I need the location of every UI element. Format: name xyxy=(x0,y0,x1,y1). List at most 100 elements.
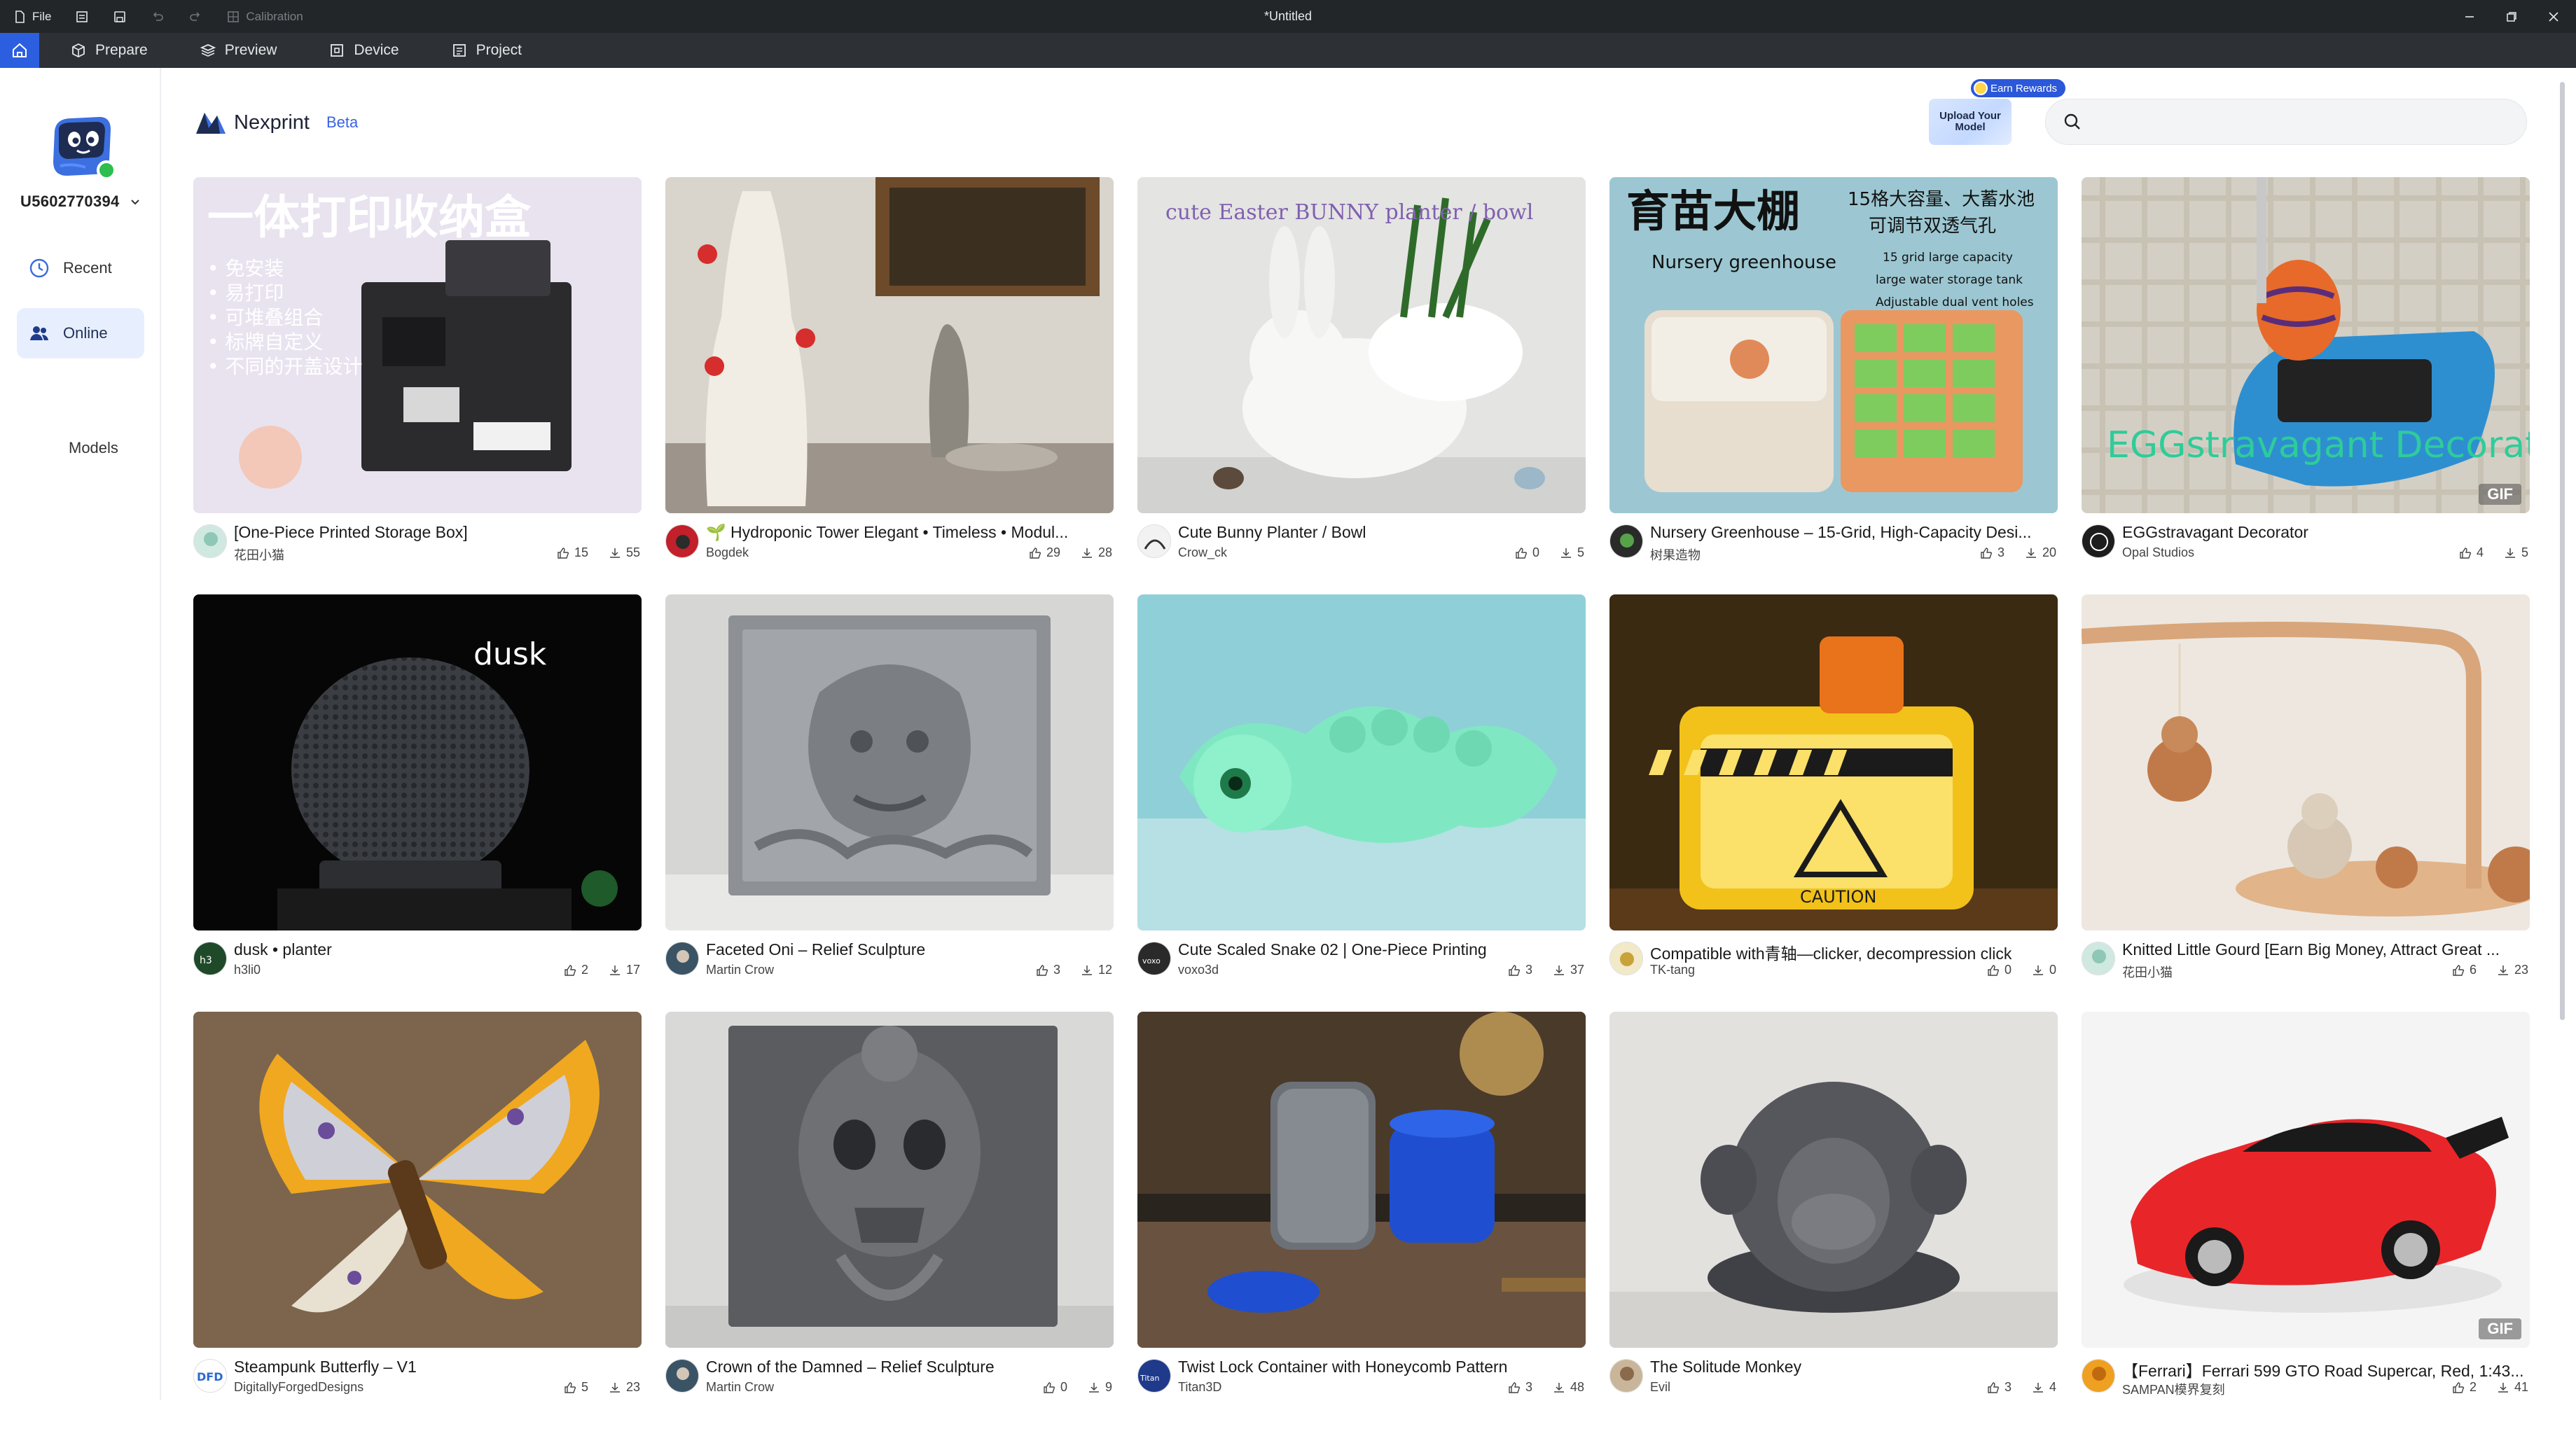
model-title[interactable]: Cute Scaled Snake 02 | One-Piece Printin… xyxy=(1178,940,1583,959)
model-title[interactable]: EGGstravagant Decorator xyxy=(2122,523,2527,542)
minimize-icon[interactable] xyxy=(2463,10,2477,24)
model-card[interactable]: Faceted Oni – Relief Sculpture Martin Cr… xyxy=(665,594,1114,1012)
model-author[interactable]: Opal Studios xyxy=(2122,545,2194,560)
tab-project[interactable]: Project xyxy=(420,33,522,68)
download-icon[interactable] xyxy=(1559,546,1573,560)
model-card[interactable]: Knitted Little Gourd [Earn Big Money, At… xyxy=(2082,594,2530,1012)
model-thumbnail[interactable] xyxy=(665,594,1114,930)
calibration-button[interactable]: Calibration xyxy=(226,10,303,24)
model-thumbnail[interactable] xyxy=(1137,594,1586,930)
model-title[interactable]: 🌱 Hydroponic Tower Elegant • Timeless • … xyxy=(706,523,1111,542)
like-icon[interactable] xyxy=(2458,546,2472,560)
model-author[interactable]: Evil xyxy=(1650,1380,1670,1395)
download-icon[interactable] xyxy=(1080,963,1094,977)
creator-avatar[interactable]: Titan xyxy=(1137,1359,1171,1393)
model-title[interactable]: Faceted Oni – Relief Sculpture xyxy=(706,940,1111,959)
sidebar-item-online[interactable]: Online xyxy=(17,308,144,358)
model-card[interactable]: 育苗大棚 15格大容量、大蓄水池 可调节双透气孔 Nursery greenho… xyxy=(1609,177,2058,594)
model-card[interactable]: EGGstravagant Decorator GIF EGGstravagan… xyxy=(2082,177,2530,594)
model-thumbnail[interactable]: dusk xyxy=(193,594,642,930)
model-thumbnail[interactable]: 育苗大棚 15格大容量、大蓄水池 可调节双透气孔 Nursery greenho… xyxy=(1609,177,2058,513)
model-title[interactable]: 【Ferrari】Ferrari 599 GTO Road Supercar, … xyxy=(2122,1358,2527,1381)
restore-icon[interactable] xyxy=(2505,10,2519,24)
model-card[interactable]: DFD Steampunk Butterfly – V1 DigitallyFo… xyxy=(193,1012,642,1429)
like-icon[interactable] xyxy=(2451,963,2465,977)
model-card[interactable]: The Solitude Monkey Evil 3 4 xyxy=(1609,1012,2058,1429)
tab-device[interactable]: Device xyxy=(298,33,399,68)
model-card[interactable]: dusk h3 dusk • planter h3li0 2 17 xyxy=(193,594,642,1012)
model-thumbnail[interactable] xyxy=(1609,1012,2058,1348)
model-title[interactable]: dusk • planter xyxy=(234,940,639,959)
like-icon[interactable] xyxy=(563,963,577,977)
like-icon[interactable] xyxy=(1507,1381,1521,1395)
model-title[interactable]: [One-Piece Printed Storage Box] xyxy=(234,523,639,542)
model-card[interactable]: GIF 【Ferrari】Ferrari 599 GTO Road Superc… xyxy=(2082,1012,2530,1429)
download-icon[interactable] xyxy=(1552,1381,1566,1395)
username-dropdown[interactable]: U5602770394 xyxy=(0,193,161,211)
model-author[interactable]: TK-tang xyxy=(1650,963,1695,977)
like-icon[interactable] xyxy=(1979,546,1993,560)
download-icon[interactable] xyxy=(2496,1381,2510,1395)
download-icon[interactable] xyxy=(608,963,622,977)
model-title[interactable]: Crown of the Damned – Relief Sculpture xyxy=(706,1358,1111,1376)
creator-avatar[interactable] xyxy=(1137,524,1171,558)
earn-rewards-badge[interactable]: Earn Rewards xyxy=(1971,79,2066,97)
model-card[interactable]: 一体打印收纳盒 • 免安装 • 易打印 • 可堆叠组合 • 标牌自定义 • 不同… xyxy=(193,177,642,594)
model-author[interactable]: Titan3D xyxy=(1178,1380,1221,1395)
model-author[interactable]: Martin Crow xyxy=(706,963,774,977)
like-icon[interactable] xyxy=(2451,1381,2465,1395)
model-thumbnail[interactable]: GIF xyxy=(2082,1012,2530,1348)
model-card[interactable]: voxo Cute Scaled Snake 02 | One-Piece Pr… xyxy=(1137,594,1586,1012)
model-card[interactable]: cute Easter BUNNY planter / bowl Cute Bu… xyxy=(1137,177,1586,594)
creator-avatar[interactable] xyxy=(2082,524,2115,558)
model-title[interactable]: Compatible with青轴—clicker, decompression… xyxy=(1650,940,2055,964)
like-icon[interactable] xyxy=(1035,963,1049,977)
model-author[interactable]: 花田小猫 xyxy=(2122,963,2173,981)
model-author[interactable]: Martin Crow xyxy=(706,1380,774,1395)
user-avatar[interactable] xyxy=(45,110,118,183)
download-icon[interactable] xyxy=(2031,963,2045,977)
download-icon[interactable] xyxy=(608,1381,622,1395)
like-icon[interactable] xyxy=(1028,546,1042,560)
like-icon[interactable] xyxy=(1514,546,1528,560)
download-icon[interactable] xyxy=(2024,546,2038,560)
creator-avatar[interactable]: h3 xyxy=(193,942,227,975)
model-thumbnail[interactable] xyxy=(1137,1012,1586,1348)
model-title[interactable]: The Solitude Monkey xyxy=(1650,1358,2055,1376)
download-icon[interactable] xyxy=(2496,963,2510,977)
creator-avatar[interactable] xyxy=(665,1359,699,1393)
creator-avatar[interactable] xyxy=(2082,1359,2115,1393)
model-card[interactable]: 🌱 Hydroponic Tower Elegant • Timeless • … xyxy=(665,177,1114,594)
creator-avatar[interactable] xyxy=(665,942,699,975)
model-thumbnail[interactable]: cute Easter BUNNY planter / bowl xyxy=(1137,177,1586,513)
model-author[interactable]: Bogdek xyxy=(706,545,749,560)
model-title[interactable]: Steampunk Butterfly – V1 xyxy=(234,1358,639,1376)
tab-preview[interactable]: Preview xyxy=(169,33,277,68)
download-icon[interactable] xyxy=(1080,546,1094,560)
file-menu[interactable]: File xyxy=(13,10,51,24)
redo-icon[interactable] xyxy=(188,10,202,24)
model-thumbnail[interactable] xyxy=(665,177,1114,513)
creator-avatar[interactable] xyxy=(193,524,227,558)
creator-avatar[interactable]: DFD xyxy=(193,1359,227,1393)
download-icon[interactable] xyxy=(1087,1381,1101,1395)
close-icon[interactable] xyxy=(2547,10,2561,24)
model-author[interactable]: h3li0 xyxy=(234,963,261,977)
tab-prepare[interactable]: Prepare xyxy=(39,33,148,68)
creator-avatar[interactable]: voxo xyxy=(1137,942,1171,975)
model-thumbnail[interactable]: EGGstravagant Decorator GIF xyxy=(2082,177,2530,513)
model-thumbnail[interactable] xyxy=(665,1012,1114,1348)
creator-avatar[interactable] xyxy=(1609,524,1643,558)
list-icon[interactable] xyxy=(75,10,89,24)
model-thumbnail[interactable] xyxy=(193,1012,642,1348)
model-thumbnail[interactable]: CAUTION xyxy=(1609,594,2058,930)
scrollbar[interactable] xyxy=(2560,82,2565,1020)
model-author[interactable]: 树果造物 xyxy=(1650,545,1701,564)
search-input[interactable] xyxy=(2091,113,2511,130)
download-icon[interactable] xyxy=(2031,1381,2045,1395)
model-thumbnail[interactable] xyxy=(2082,594,2530,930)
model-card[interactable]: Crown of the Damned – Relief Sculpture M… xyxy=(665,1012,1114,1429)
like-icon[interactable] xyxy=(1042,1381,1056,1395)
search-box[interactable] xyxy=(2045,99,2527,145)
model-thumbnail[interactable]: 一体打印收纳盒 • 免安装 • 易打印 • 可堆叠组合 • 标牌自定义 • 不同… xyxy=(193,177,642,513)
